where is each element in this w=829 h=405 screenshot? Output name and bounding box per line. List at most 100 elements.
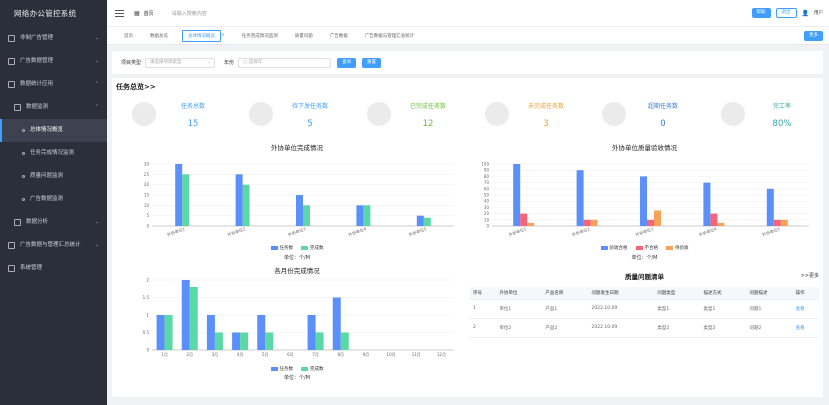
x-tick-label: 外协单位3 (287, 225, 307, 237)
column-header: 操作 (792, 287, 819, 300)
x-tick-label: 4月 (237, 352, 244, 357)
y-tick-label: 30 (144, 162, 150, 167)
sidebar-item-summary[interactable]: 广告数据与管理汇总统计 ⌄ (0, 234, 107, 257)
reset-button[interactable]: 重置 (362, 57, 382, 68)
stat-label: 完工率 (772, 103, 791, 110)
column-header: 序号 (470, 287, 497, 300)
legend-item[interactable]: 完成数 (301, 366, 324, 372)
bar (766, 188, 774, 226)
bar (703, 182, 711, 226)
chevron-icon: ⌄ (94, 58, 99, 64)
menu-icon (8, 35, 15, 42)
tab-6[interactable]: 广告数据与管理汇总统计 (365, 33, 415, 39)
sidebar-item-label: 质量问题监测 (30, 173, 64, 179)
view-link[interactable]: 查看 (792, 318, 819, 338)
legend-item[interactable]: 不合格 (635, 245, 659, 251)
tab-4[interactable]: 质量问题 (295, 33, 313, 39)
tab-3[interactable]: 任务完成情况监测 (242, 33, 278, 39)
app-title: 网络办公管控系统 (14, 9, 77, 18)
bar (175, 164, 183, 226)
breadcrumb-home[interactable]: 首页 (144, 10, 154, 17)
sidebar-item-ads[interactable]: 非制广告管理 ⌄ (0, 27, 107, 50)
sidebar: 网络办公管控系统 非制广告管理 ⌄ 广告数据管理 ⌄ 数据统计应用 ⌃ 数据监测 ⌃ 总体情况概… (0, 0, 107, 405)
close-icon[interactable]: × (221, 33, 225, 38)
year-picker[interactable]: ▢ 选择年 (238, 57, 332, 68)
stat-icon (485, 102, 509, 126)
sidebar-item-label: 广告数据监测 (30, 196, 64, 202)
stat-card: 完工率 80% (721, 95, 829, 135)
legend-swatch (600, 246, 608, 250)
stat-value: 15 (187, 119, 199, 129)
user-avatar-icon[interactable]: 👤 (802, 10, 809, 17)
project-type-select[interactable]: 请选择项目类型 ⌄ (145, 57, 216, 68)
legend-label: 不合格 (644, 246, 659, 251)
menu-icon (8, 81, 15, 88)
tab-0[interactable]: 首页 (124, 33, 133, 39)
stat-card: 已完成任务数 12 (367, 95, 487, 135)
search-button[interactable]: 查询 (337, 57, 357, 68)
y-tick-label: 60 (484, 186, 490, 191)
tabs-more-button[interactable]: 更多 (804, 31, 823, 41)
sidebar-item-label: 数据分析 (26, 219, 49, 225)
chart-legend: 任务数 完成数 (132, 245, 462, 251)
sidebar-item-analysis[interactable]: 数据分析 ⌄ (0, 211, 107, 234)
y-tick-label: 0 (486, 224, 489, 229)
legend-label: 任务数 (279, 367, 294, 372)
x-tick-label: 9月 (363, 352, 370, 357)
chevron-icon: ⌄ (94, 35, 99, 41)
y-tick-label: 0 (146, 348, 149, 353)
tab-2[interactable]: 总体情况概览 (182, 29, 221, 42)
stat-value: 0 (660, 119, 666, 129)
y-tick-label: 20 (484, 211, 490, 216)
bar (590, 219, 598, 226)
x-tick-label: 10月 (387, 352, 396, 357)
sidebar-item-label: 总体情况概览 (30, 127, 64, 133)
bar (189, 287, 198, 350)
logout-button[interactable]: 退出 (775, 8, 797, 18)
tab-5[interactable]: 广告数据 (330, 33, 348, 39)
legend-item[interactable]: 任务数 (270, 245, 293, 251)
menu-icon (22, 198, 25, 201)
view-link[interactable]: 查看 (792, 299, 819, 319)
sidebar-item-ad-monitor[interactable]: 广告数据监测 (0, 188, 107, 211)
stat-card: 未完成任务数 3 (485, 95, 605, 135)
menu-icon (22, 152, 25, 155)
table-cell: 类型1 (654, 299, 701, 319)
y-tick-label: 30 (484, 205, 490, 210)
tab-1[interactable]: 数据总览 (150, 33, 168, 39)
y-tick-label: 20 (144, 182, 150, 187)
issues-table: 序号 外协单位 产品名称 问题发生日期 问题类型 描述方式 问题描述 操作 1 单位1 产品1 20… (470, 287, 819, 338)
sidebar-item-system[interactable]: 系统管理 (0, 257, 107, 280)
help-button[interactable]: 帮助 (751, 8, 771, 18)
sidebar-item-task-monitor[interactable]: 任务完成情况监测 (0, 142, 107, 165)
legend-item[interactable]: 待验收 (666, 245, 689, 251)
sidebar-item-ad-data[interactable]: 广告数据管理 ⌄ (0, 50, 107, 73)
sidebar-item-overview[interactable]: 总体情况概览 (0, 119, 107, 142)
chart-quality-acceptance: 外协单位质量验收情况 0 10 20 30 40 50 60 70 80 90 100 外协单位1 外协单… (470, 142, 819, 267)
sidebar-item-stats[interactable]: 数据统计应用 ⌃ (0, 73, 107, 96)
issues-more-link[interactable]: >>更多 (801, 272, 819, 279)
chart-title: 外协单位质量验收情况 (612, 144, 677, 152)
y-tick-label: 2 (146, 278, 149, 283)
legend-item[interactable]: 完成数 (301, 245, 324, 251)
sidebar-item-monitor[interactable]: 数据监测 ⌃ (0, 96, 107, 119)
table-cell: 单位1 (496, 299, 543, 319)
menu-icon (14, 104, 21, 111)
chart-unit-label: 单位：个/M (284, 255, 310, 261)
x-tick-label: 外协单位1 (508, 225, 528, 237)
sidebar-item-quality-monitor[interactable]: 质量问题监测 (0, 165, 107, 188)
x-tick-label: 外协单位5 (408, 225, 428, 237)
menu-toggle-icon[interactable] (115, 8, 124, 19)
legend-item[interactable]: 验收合格 (600, 245, 628, 251)
bar (423, 217, 431, 226)
top-search-input[interactable]: 请输入搜索内容 (172, 10, 232, 17)
y-tick-label: 100 (481, 162, 489, 167)
table-cell: 产品2 (542, 318, 589, 338)
user-name[interactable]: 用户 (814, 10, 823, 16)
bar (303, 205, 310, 226)
legend-item[interactable]: 任务数 (270, 366, 294, 372)
stat-label: 任务总数 (180, 103, 205, 110)
bar (307, 315, 316, 350)
stat-label: 待下发任务数 (291, 103, 328, 110)
chevron-icon: ⌄ (94, 242, 99, 248)
